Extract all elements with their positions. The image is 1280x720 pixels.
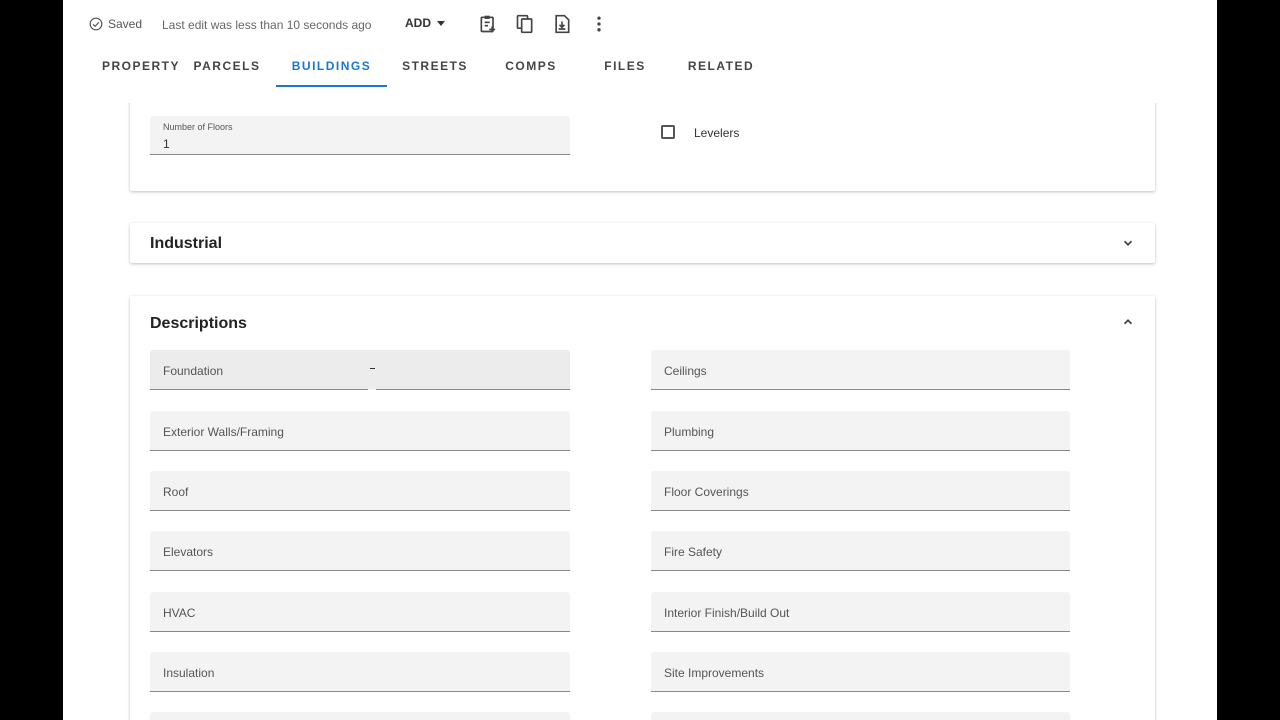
elevators-label: Elevators: [163, 545, 214, 559]
hvac-label: HVAC: [163, 606, 196, 620]
general-card: Number of Floors 1 Levelers: [130, 103, 1155, 191]
tab-related[interactable]: RELATED: [681, 48, 761, 88]
text-cursor: [370, 368, 375, 369]
content-area[interactable]: Number of Floors 1 Levelers Industrial D…: [63, 103, 1217, 720]
roof-label: Roof: [163, 485, 189, 499]
tab-bar: PROPERTY PARCELS BUILDINGS STREETS COMPS…: [63, 48, 1217, 88]
interior-finish-field[interactable]: Interior Finish/Build Out: [651, 592, 1070, 632]
last-edit-text: Last edit was less than 10 seconds ago: [162, 18, 372, 32]
tab-comps[interactable]: COMPS: [493, 48, 569, 88]
floor-coverings-label: Floor Coverings: [664, 485, 749, 499]
caret-down-icon: [437, 20, 445, 26]
saved-label: Saved: [108, 17, 143, 31]
levelers-label: Levelers: [694, 126, 740, 140]
tab-parcels[interactable]: PARCELS: [188, 48, 266, 88]
site-improvements-field[interactable]: Site Improvements: [651, 652, 1070, 692]
tab-files[interactable]: FILES: [593, 48, 657, 88]
top-toolbar: Saved Last edit was less than 10 seconds…: [63, 0, 1217, 48]
tab-streets[interactable]: STREETS: [397, 48, 473, 88]
chevron-down-icon[interactable]: [1121, 236, 1135, 250]
exterior-walls-field[interactable]: Exterior Walls/Framing: [150, 411, 570, 451]
descriptions-title: Descriptions: [150, 315, 247, 332]
fire-safety-label: Fire Safety: [664, 545, 723, 559]
exterior-walls-label: Exterior Walls/Framing: [163, 425, 284, 439]
levelers-checkbox[interactable]: [661, 125, 675, 139]
floor-coverings-field[interactable]: Floor Coverings: [651, 471, 1070, 511]
hvac-field[interactable]: HVAC: [150, 592, 570, 632]
copy-icon[interactable]: [515, 14, 535, 34]
foundation-field[interactable]: Foundation: [150, 350, 570, 390]
floors-label: Number of Floors: [163, 122, 233, 132]
industrial-title: Industrial: [150, 235, 223, 252]
elevators-field[interactable]: Elevators: [150, 531, 570, 571]
chevron-up-icon[interactable]: [1121, 315, 1135, 329]
roof-field[interactable]: Roof: [150, 471, 570, 511]
ceilings-label: Ceilings: [664, 364, 707, 378]
number-of-floors-field[interactable]: Number of Floors 1: [150, 116, 570, 155]
check-circle-icon: [89, 17, 103, 31]
interior-finish-label: Interior Finish/Build Out: [664, 606, 790, 620]
clipboard-add-icon[interactable]: [478, 14, 498, 34]
add-label: ADD: [405, 16, 431, 30]
tab-property[interactable]: PROPERTY: [81, 48, 201, 88]
file-download-icon[interactable]: [552, 14, 572, 34]
fire-safety-field[interactable]: Fire Safety: [651, 531, 1070, 571]
saved-status: Saved: [89, 17, 142, 31]
ceilings-field[interactable]: Ceilings: [651, 350, 1070, 390]
insulation-label: Insulation: [163, 666, 215, 680]
descriptions-card: Descriptions Foundation Exterior Walls/F…: [130, 296, 1155, 720]
tab-buildings[interactable]: BUILDINGS: [276, 48, 387, 88]
plumbing-field[interactable]: Plumbing: [651, 411, 1070, 451]
foundation-label: Foundation: [163, 364, 224, 378]
plumbing-label: Plumbing: [664, 425, 715, 439]
industrial-card[interactable]: Industrial: [130, 223, 1155, 263]
underline-gap: [368, 389, 376, 390]
next-left-field[interactable]: [150, 712, 570, 720]
floors-value: 1: [163, 137, 170, 151]
more-vert-icon[interactable]: [589, 14, 609, 34]
add-button[interactable]: ADD: [405, 16, 445, 30]
next-right-field[interactable]: [651, 712, 1070, 720]
app-window: Saved Last edit was less than 10 seconds…: [63, 0, 1217, 720]
insulation-field[interactable]: Insulation: [150, 652, 570, 692]
site-improvements-label: Site Improvements: [664, 666, 765, 680]
